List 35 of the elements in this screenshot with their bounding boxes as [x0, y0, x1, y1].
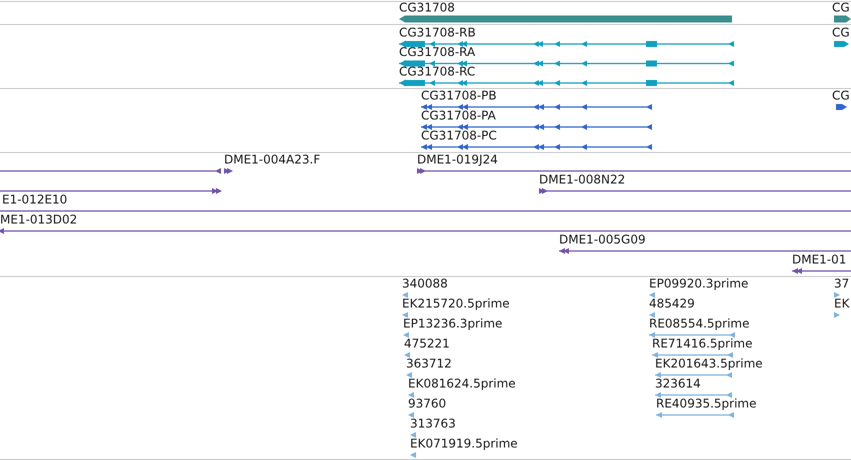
feature-label: 323614	[655, 376, 701, 390]
feature-label: CG31708	[399, 0, 455, 14]
feature-label: CG31708-RB	[399, 25, 476, 40]
feature-label: EK201643.5prime	[655, 356, 763, 370]
feature-label: RE40935.5prime	[656, 396, 756, 410]
feature-label: EP09920.3prime	[649, 276, 748, 290]
feature-label: DME1-019J24	[417, 152, 498, 166]
feature-label: CG	[832, 88, 850, 102]
feature-label: EK215720.5prime	[402, 296, 510, 310]
feature-label: EK071919.5prime	[410, 436, 518, 450]
feature-label: DME1-005G09	[559, 232, 646, 246]
feature-label: 93760	[408, 396, 446, 410]
feature-label: RE71416.5prime	[652, 336, 752, 350]
feature-label: DME1-004A23.F	[224, 152, 320, 166]
feature-label: CG31708-PA	[421, 108, 496, 122]
feature-label: RE08554.5prime	[649, 316, 750, 330]
feature-label: E1-012E10	[2, 192, 68, 206]
feature-label: CG31708-PB	[421, 88, 497, 102]
feature-label: EP13236.3prime	[403, 316, 502, 330]
feature-label: CG	[832, 0, 850, 14]
feature-label: 313763	[410, 416, 456, 430]
feature-label: CG31708-PC	[421, 128, 497, 142]
feature-label: 475221	[404, 336, 450, 350]
feature-label: 363712	[406, 356, 452, 370]
feature-label: 485429	[649, 296, 695, 310]
feature-label: ME1-013D02	[0, 212, 78, 226]
feature-label: CG	[832, 25, 850, 40]
feature-label: CG31708-RA	[399, 44, 476, 59]
feature-label: DME1-008N22	[539, 172, 626, 186]
feature-label: CG31708-RC	[399, 64, 476, 78]
feature-label: DME1-01	[792, 252, 846, 266]
feature-label: EK081624.5prime	[408, 376, 516, 390]
feature-label: EK	[834, 296, 850, 310]
feature-label: 340088	[402, 276, 448, 290]
feature-label: 37	[834, 276, 850, 290]
